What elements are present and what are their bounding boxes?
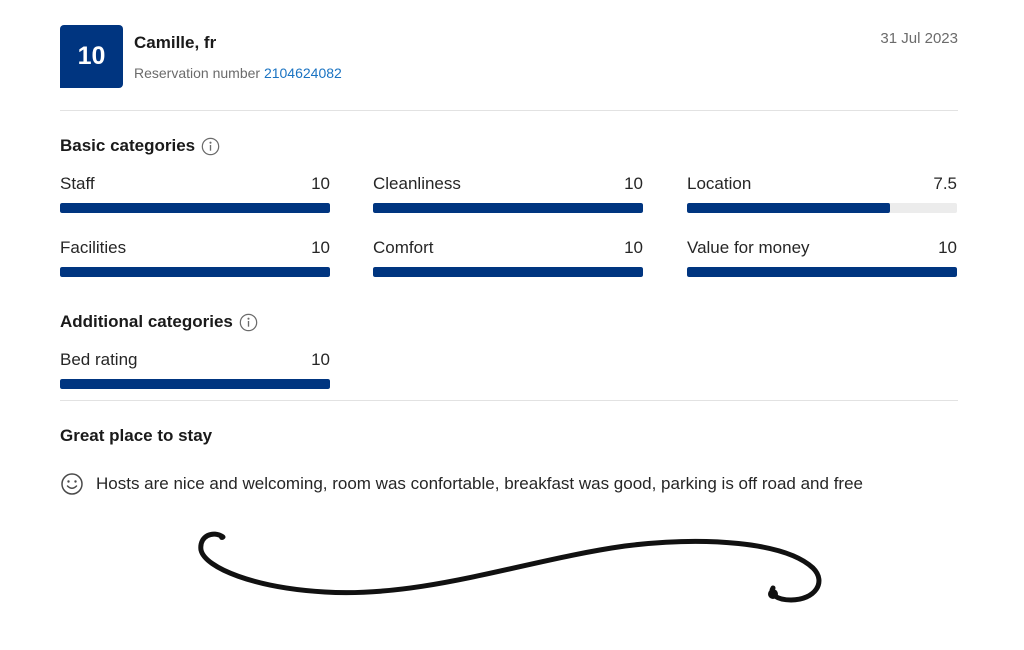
reservation-number-link[interactable]: 2104624082 [264, 65, 342, 81]
rating-score: 10 [311, 238, 330, 257]
rating-score: 10 [624, 238, 643, 257]
info-icon[interactable] [239, 313, 258, 332]
reservation-label: Reservation number [134, 65, 261, 81]
review-title: Great place to stay [60, 426, 213, 445]
rating-bar-fill [60, 379, 330, 389]
rating-label: Value for money [687, 238, 810, 257]
rating-label: Staff [60, 174, 95, 193]
info-icon[interactable] [201, 137, 220, 156]
positive-comment-text: Hosts are nice and welcoming, room was c… [96, 474, 863, 493]
rating-bed: Bed rating 10 [60, 350, 330, 389]
rating-bar [60, 267, 330, 277]
positive-comment: Hosts are nice and welcoming, room was c… [60, 472, 863, 496]
smile-icon [61, 473, 83, 495]
additional-categories-title: Additional categories [60, 312, 233, 331]
reservation-info: Reservation number 2104624082 [134, 65, 342, 81]
rating-location: Location 7.5 [687, 174, 957, 213]
review-date: 31 Jul 2023 [880, 30, 958, 47]
basic-categories-title: Basic categories [60, 136, 196, 155]
rating-bar [373, 267, 643, 277]
rating-bar-fill [687, 203, 890, 213]
rating-score: 7.5 [933, 174, 957, 193]
rating-facilities: Facilities 10 [60, 238, 330, 277]
rating-bar-fill [60, 267, 330, 277]
rating-value-for-money: Value for money 10 [687, 238, 957, 277]
rating-bar [60, 203, 330, 213]
reviewer-name: Camille, fr [134, 33, 217, 52]
flourish-decoration [198, 531, 822, 603]
rating-label: Comfort [373, 238, 434, 257]
rating-score: 10 [311, 174, 330, 193]
rating-staff: Staff 10 [60, 174, 330, 213]
rating-bar [373, 203, 643, 213]
score-value: 10 [77, 42, 106, 70]
rating-bar-fill [373, 203, 643, 213]
divider [60, 400, 958, 401]
rating-label: Bed rating [60, 350, 138, 369]
divider [60, 110, 958, 111]
rating-cleanliness: Cleanliness 10 [373, 174, 643, 213]
rating-label: Facilities [60, 238, 127, 257]
rating-label: Location [687, 174, 752, 193]
score-badge: 10 [60, 25, 123, 88]
rating-comfort: Comfort 10 [373, 238, 643, 277]
rating-bar-fill [687, 267, 957, 277]
rating-label: Cleanliness [373, 174, 461, 193]
rating-score: 10 [624, 174, 643, 193]
rating-score: 10 [311, 350, 330, 369]
rating-bar-fill [373, 267, 643, 277]
rating-score: 10 [938, 238, 957, 257]
rating-bar-fill [60, 203, 330, 213]
rating-bar [687, 267, 957, 277]
additional-categories-heading: Additional categories [60, 312, 258, 332]
basic-categories-heading: Basic categories [60, 136, 220, 156]
rating-bar [60, 379, 330, 389]
rating-bar [687, 203, 957, 213]
